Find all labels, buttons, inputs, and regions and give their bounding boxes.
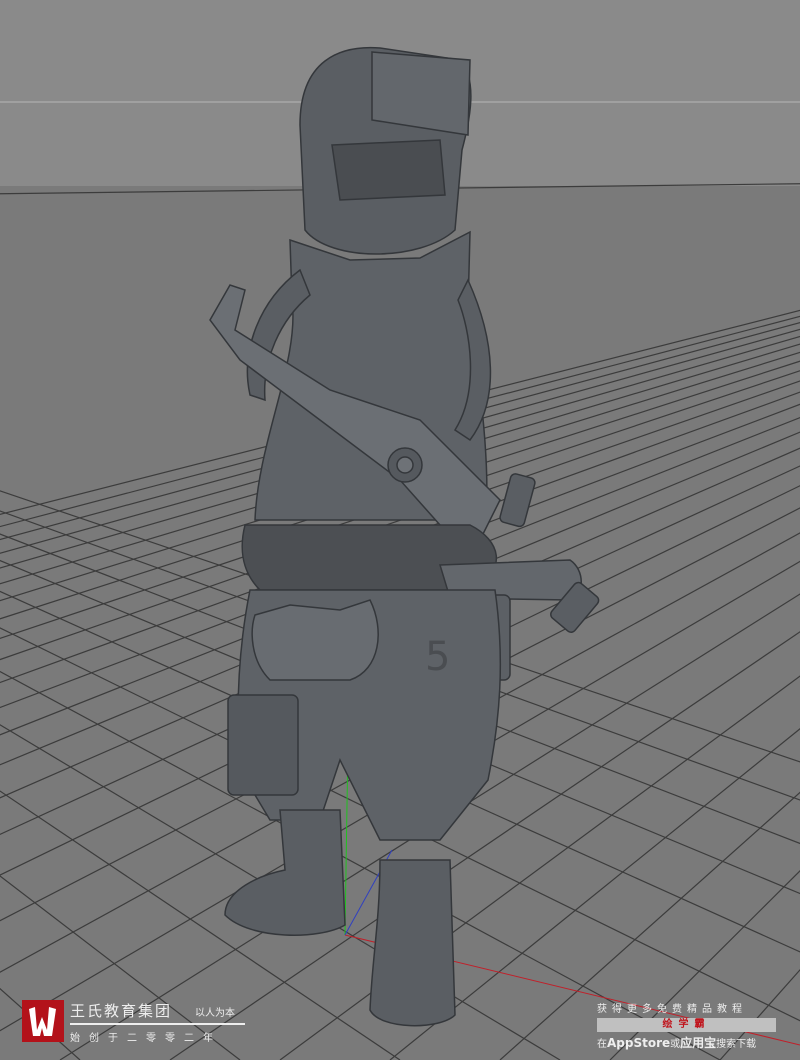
wangshi-watermark: 王氏教育集团 以人为本 始创于二零零二年 [22, 1000, 247, 1048]
app-name-banner: 绘学霸 [597, 1018, 776, 1032]
brand-motto: 以人为本 [195, 1008, 235, 1019]
store-middle: 或 [670, 1039, 681, 1050]
pants-number: 5 [425, 634, 450, 680]
brand-name: 王氏教育集团 [70, 1002, 173, 1020]
cat-pouch [251, 599, 379, 681]
store-alt: 应用宝 [680, 1036, 717, 1050]
promo-text: 获得更多免费精品教程 [597, 1004, 747, 1015]
3d-viewport[interactable]: 5 [0, 0, 800, 1060]
store-prefix: 在 [597, 1039, 607, 1050]
store-name: AppStore [607, 1036, 671, 1050]
brand-since: 始创于二零零二年 [70, 1033, 222, 1044]
rifle-scope-core [396, 456, 414, 474]
store-line: 在AppStore或应用宝搜索下载 [597, 1034, 782, 1051]
helmet-top-device [371, 51, 471, 136]
knee-pad [227, 694, 299, 796]
store-suffix: 搜索下载 [716, 1039, 757, 1050]
wangshi-w-logo-icon [22, 1000, 64, 1042]
right-boot [369, 859, 456, 1027]
visor [331, 139, 446, 201]
app-promo-watermark: 获得更多免费精品教程 绘学霸 在AppStore或应用宝搜索下载 [597, 1000, 782, 1050]
watermark-divider [70, 1023, 245, 1025]
